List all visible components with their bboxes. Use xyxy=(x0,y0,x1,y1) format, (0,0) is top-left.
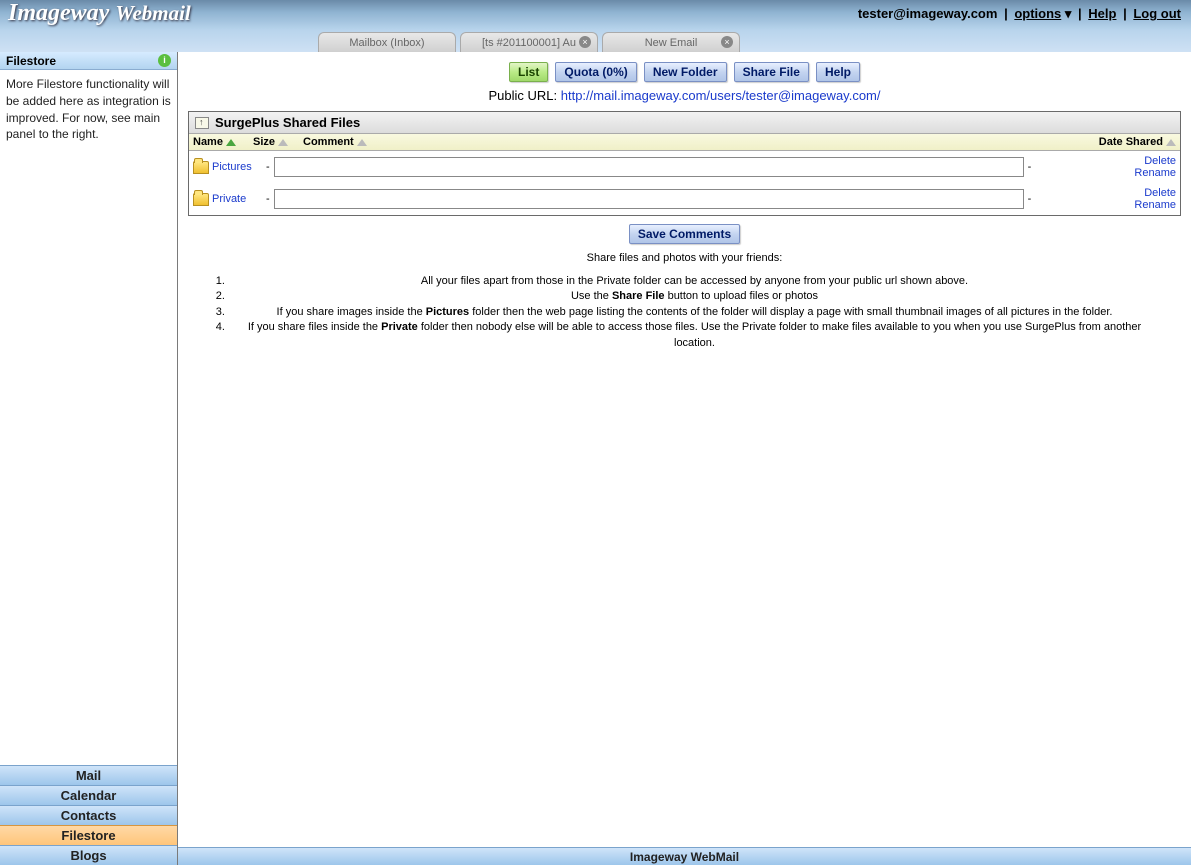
share-heading: Share files and photos with your friends… xyxy=(188,252,1181,264)
tabs-row: Mailbox (Inbox) [ts #201100001] Au × New… xyxy=(0,30,1191,52)
table-row: Pictures - - Delete Rename xyxy=(189,151,1180,183)
date-value: - xyxy=(1028,193,1032,205)
help-button[interactable]: Help xyxy=(816,62,860,82)
col-comment[interactable]: Comment xyxy=(303,136,1056,148)
rename-link[interactable]: Rename xyxy=(1056,167,1176,179)
sidebar: Filestore i More Filestore functionality… xyxy=(0,52,178,865)
public-url-label: Public URL: xyxy=(488,88,560,103)
save-row: Save Comments xyxy=(188,224,1181,244)
table-row: Private - - Delete Rename xyxy=(189,183,1180,215)
save-comments-button[interactable]: Save Comments xyxy=(629,224,740,244)
main: List Quota (0%) New Folder Share File He… xyxy=(178,52,1191,865)
top-actions: tester@imageway.com | options ▾ | Help |… xyxy=(858,6,1181,22)
size-value: - xyxy=(266,161,270,173)
toolbar: List Quota (0%) New Folder Share File He… xyxy=(188,62,1181,82)
public-url: Public URL: http://mail.imageway.com/use… xyxy=(188,88,1181,103)
rename-link[interactable]: Rename xyxy=(1056,199,1176,211)
sidebar-text: More Filestore functionality will be add… xyxy=(0,70,177,765)
close-icon[interactable]: × xyxy=(579,36,591,48)
close-icon[interactable]: × xyxy=(721,36,733,48)
tab-label: [ts #201100001] Au xyxy=(482,37,576,49)
content: List Quota (0%) New Folder Share File He… xyxy=(178,52,1191,847)
footer: Imageway WebMail xyxy=(178,847,1191,865)
folder-icon xyxy=(193,193,209,206)
tabs: Mailbox (Inbox) [ts #201100001] Au × New… xyxy=(318,32,740,52)
sort-icon xyxy=(278,139,288,146)
sort-icon xyxy=(357,139,367,146)
sidebar-nav: Mail Calendar Contacts Filestore Blogs xyxy=(0,765,177,865)
sort-icon xyxy=(226,139,236,146)
tab-label: Mailbox (Inbox) xyxy=(349,37,424,49)
list-button[interactable]: List xyxy=(509,62,548,82)
quota-button[interactable]: Quota (0%) xyxy=(555,62,636,82)
new-folder-button[interactable]: New Folder xyxy=(644,62,727,82)
col-size[interactable]: Size xyxy=(253,136,303,148)
tab-ticket[interactable]: [ts #201100001] Au × xyxy=(460,32,598,52)
help-link[interactable]: Help xyxy=(1088,6,1116,21)
folder-link[interactable]: Private xyxy=(212,193,262,205)
nav-filestore[interactable]: Filestore xyxy=(0,825,177,845)
logo: Imageway Webmail xyxy=(8,0,191,27)
comment-input[interactable] xyxy=(274,157,1024,177)
info-list: All your files apart from those in the P… xyxy=(228,274,1161,351)
sort-icon xyxy=(1166,139,1176,146)
delete-link[interactable]: Delete xyxy=(1056,187,1176,199)
list-item: Use the Share File button to upload file… xyxy=(228,289,1161,304)
files-panel: SurgePlus Shared Files Name Size Comment… xyxy=(188,111,1181,216)
panel-header: SurgePlus Shared Files xyxy=(189,112,1180,134)
nav-mail[interactable]: Mail xyxy=(0,765,177,785)
share-file-button[interactable]: Share File xyxy=(734,62,809,82)
list-item: If you share files inside the Private fo… xyxy=(228,320,1161,351)
folder-icon xyxy=(193,161,209,174)
tab-label: New Email xyxy=(645,37,698,49)
info-icon[interactable]: i xyxy=(158,54,171,67)
nav-blogs[interactable]: Blogs xyxy=(0,845,177,865)
logout-link[interactable]: Log out xyxy=(1133,6,1181,21)
size-value: - xyxy=(266,193,270,205)
panel-title: SurgePlus Shared Files xyxy=(215,115,360,130)
tab-mailbox[interactable]: Mailbox (Inbox) xyxy=(318,32,456,52)
col-date[interactable]: Date Shared xyxy=(1056,136,1176,148)
nav-contacts[interactable]: Contacts xyxy=(0,805,177,825)
list-item: All your files apart from those in the P… xyxy=(228,274,1161,289)
row-actions: Delete Rename xyxy=(1056,155,1176,179)
nav-calendar[interactable]: Calendar xyxy=(0,785,177,805)
sidebar-title: Filestore xyxy=(6,54,56,68)
delete-link[interactable]: Delete xyxy=(1056,155,1176,167)
row-actions: Delete Rename xyxy=(1056,187,1176,211)
header: Imageway Webmail tester@imageway.com | o… xyxy=(0,0,1191,30)
list-item: If you share images inside the Pictures … xyxy=(228,305,1161,320)
options-link[interactable]: options xyxy=(1014,6,1061,21)
comment-input[interactable] xyxy=(274,189,1024,209)
date-value: - xyxy=(1028,161,1032,173)
sidebar-header: Filestore i xyxy=(0,52,177,70)
col-name[interactable]: Name xyxy=(193,136,253,148)
columns-header: Name Size Comment Date Shared xyxy=(189,134,1180,151)
tab-new-email[interactable]: New Email × xyxy=(602,32,740,52)
folder-link[interactable]: Pictures xyxy=(212,161,262,173)
user-email: tester@imageway.com xyxy=(858,6,998,21)
folder-up-icon[interactable] xyxy=(195,117,209,129)
public-url-link[interactable]: http://mail.imageway.com/users/tester@im… xyxy=(561,88,881,103)
logo-sub: Webmail xyxy=(115,1,190,25)
logo-main: Imageway xyxy=(8,0,109,26)
